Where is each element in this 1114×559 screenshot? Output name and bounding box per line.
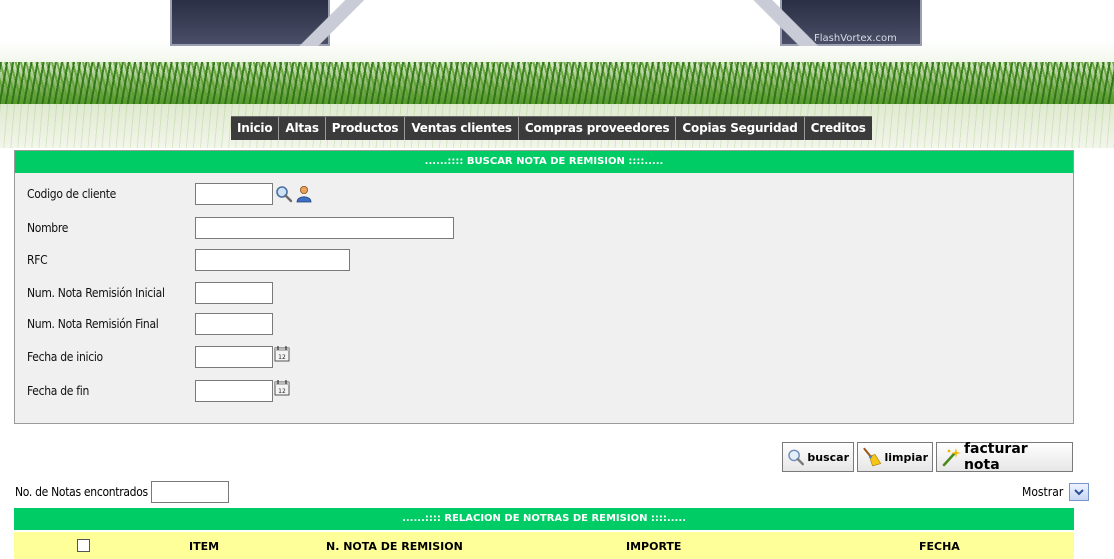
nav-item-copias-seguridad[interactable]: Copias Seguridad <box>676 117 805 140</box>
rfc-label: RFC <box>27 253 48 267</box>
nav-item-productos[interactable]: Productos <box>326 117 406 140</box>
rfc-row: RFC <box>27 248 350 272</box>
clear-button[interactable]: limpiar <box>857 442 933 472</box>
column-item: ITEM <box>189 540 220 553</box>
note-start-input[interactable] <box>195 282 273 304</box>
name-input[interactable] <box>195 217 454 239</box>
select-all-checkbox[interactable] <box>77 539 90 552</box>
name-row: Nombre <box>27 216 454 240</box>
notes-count-label: No. de Notas encontrados <box>15 485 148 499</box>
magnifier-icon <box>788 449 804 466</box>
show-label: Mostrar <box>1022 485 1064 499</box>
column-date: FECHA <box>919 540 960 553</box>
calendar-icon[interactable]: 12 <box>274 379 292 397</box>
nav-item-altas[interactable]: Altas <box>279 117 326 140</box>
svg-text:12: 12 <box>278 388 286 395</box>
results-table-header: ITEM N. NOTA DE REMISION IMPORTE FECHA <box>14 532 1074 559</box>
notes-count-input[interactable] <box>150 481 229 503</box>
date-start-row: Fecha de inicio 12 <box>27 345 292 369</box>
column-amount: IMPORTE <box>626 540 682 553</box>
note-start-label: Num. Nota Remisión Inicial <box>27 286 165 300</box>
client-code-input[interactable] <box>195 183 273 205</box>
column-note-number: N. NOTA DE REMISION <box>326 540 463 553</box>
client-code-label: Codigo de cliente <box>27 187 117 201</box>
show-dropdown[interactable] <box>1069 483 1090 501</box>
name-label: Nombre <box>27 221 69 235</box>
search-button-label: buscar <box>807 450 849 464</box>
nav-item-compras-proveedores[interactable]: Compras proveedores <box>519 117 677 140</box>
nav-item-creditos[interactable]: Creditos <box>805 117 872 140</box>
search-button[interactable]: buscar <box>782 442 854 472</box>
invoice-note-button-label: facturar nota <box>963 441 1028 473</box>
search-panel-title: ......:::: BUSCAR NOTA DE REMISION ::::.… <box>15 151 1073 173</box>
calendar-icon[interactable]: 12 <box>274 345 292 363</box>
main-nav: Inicio Altas Productos Ventas clientes C… <box>231 116 872 140</box>
note-start-row: Num. Nota Remisión Inicial <box>27 281 273 305</box>
broom-icon <box>863 447 882 467</box>
date-start-label: Fecha de inicio <box>27 350 103 364</box>
search-panel: ......:::: BUSCAR NOTA DE REMISION ::::.… <box>14 150 1074 424</box>
invoice-note-button[interactable]: facturar nota <box>936 441 1073 473</box>
svg-text:12: 12 <box>278 354 286 361</box>
magnifier-search-icon[interactable] <box>275 185 293 203</box>
chevron-down-icon <box>1074 489 1084 496</box>
user-lookup-icon[interactable] <box>295 185 313 203</box>
date-end-label: Fecha de fin <box>27 384 89 398</box>
banner-panel-left <box>170 0 368 46</box>
nav-item-ventas-clientes[interactable]: Ventas clientes <box>405 117 519 140</box>
notes-count-row: No. de Notas encontrados <box>15 481 229 503</box>
note-end-input[interactable] <box>195 313 273 335</box>
note-end-row: Num. Nota Remisión Final <box>27 312 273 336</box>
brand-logo-text: FlashVortex.com <box>814 33 897 44</box>
results-title: ......:::: RELACION DE NOTRAS DE REMISIO… <box>14 508 1074 530</box>
date-end-row: Fecha de fin 12 <box>27 379 292 403</box>
grass-decoration <box>0 62 1114 104</box>
wand-sparkle-icon <box>942 448 961 467</box>
nav-item-inicio[interactable]: Inicio <box>231 117 280 140</box>
show-control: Mostrar <box>1022 482 1090 502</box>
note-end-label: Num. Nota Remisión Final <box>27 317 159 331</box>
date-end-input[interactable] <box>195 380 273 402</box>
client-code-row: Codigo de cliente <box>27 182 313 206</box>
clear-button-label: limpiar <box>884 450 929 464</box>
rfc-input[interactable] <box>195 249 350 271</box>
date-start-input[interactable] <box>195 346 273 368</box>
